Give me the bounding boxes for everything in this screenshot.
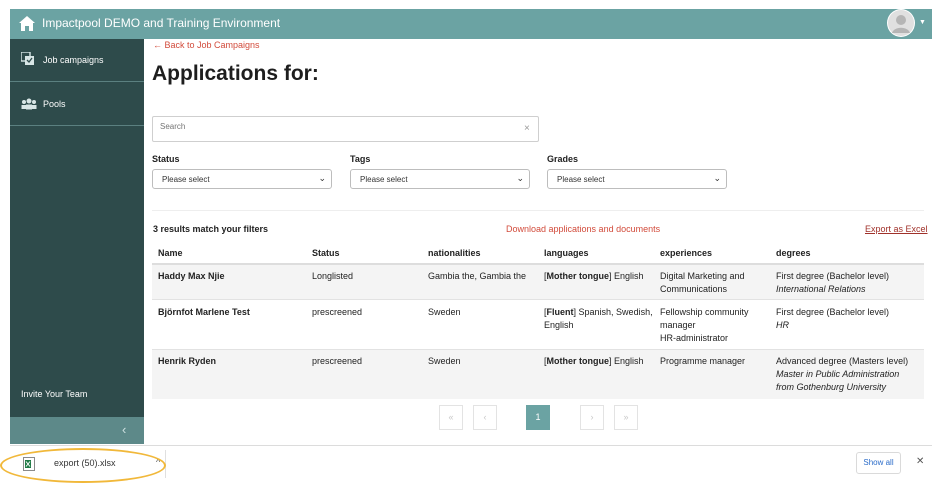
pagination-next-button[interactable]: ›	[580, 405, 604, 430]
app-title: Impactpool DEMO and Training Environment	[42, 16, 281, 30]
search-input[interactable]	[160, 122, 510, 131]
sidebar-item-label: Pools	[43, 99, 66, 109]
applicant-nationalities: Gambia the, Gambia the	[428, 271, 527, 281]
search-field[interactable]: ×	[152, 116, 539, 142]
applicant-languages: [Fluent] Spanish, Swedish, English	[544, 307, 653, 330]
show-all-button[interactable]: Show all	[856, 452, 901, 474]
applicant-nationalities: Sweden	[428, 307, 461, 317]
applicant-languages: [Mother tongue] English	[544, 271, 644, 281]
chevron-down-icon: ⌄	[516, 173, 524, 183]
sidebar-item-pools[interactable]: Pools	[10, 83, 144, 126]
column-header-name[interactable]: Name	[158, 248, 183, 258]
tags-filter-label: Tags	[350, 154, 371, 164]
column-header-status[interactable]: Status	[312, 248, 340, 258]
user-avatar-icon	[888, 10, 914, 36]
tags-select-value: Please select	[360, 175, 408, 184]
status-filter-label: Status	[152, 154, 180, 164]
grades-select-value: Please select	[557, 175, 605, 184]
pagination-prev-button[interactable]: ‹	[473, 405, 497, 430]
sidebar-item-job-campaigns[interactable]: Job campaigns	[10, 39, 144, 82]
column-header-experiences[interactable]: experiences	[660, 248, 712, 258]
chevron-down-icon: ⌄	[318, 173, 326, 183]
experience-line: manager	[660, 320, 696, 330]
language-level: Mother tongue	[546, 356, 610, 366]
close-icon[interactable]: ✕	[916, 456, 924, 467]
pagination-last-button[interactable]: »	[614, 405, 638, 430]
job-campaigns-icon	[21, 52, 34, 65]
applicant-degrees: First degree (Bachelor level) HR	[776, 306, 889, 332]
sidebar: Job campaigns Pools Invite Your Team	[10, 39, 144, 417]
degree-level: First degree (Bachelor level)	[776, 307, 890, 317]
degree-level: First degree (Bachelor level)	[776, 271, 890, 281]
section-divider	[152, 210, 924, 211]
results-count: 3 results match your filters	[153, 224, 269, 234]
grades-select[interactable]: Please select ⌄	[547, 169, 727, 189]
status-select[interactable]: Please select ⌄	[152, 169, 332, 189]
sidebar-collapse-button[interactable]: ‹	[10, 417, 144, 444]
applicant-nationalities: Sweden	[428, 356, 461, 366]
download-applications-link[interactable]: Download applications and documents	[506, 224, 660, 234]
degree-level: Advanced degree (Masters level)	[776, 356, 909, 366]
applicant-languages: [Mother tongue] English	[544, 356, 644, 366]
column-header-degrees[interactable]: degrees	[776, 248, 811, 258]
experience-line: Programme manager	[660, 356, 746, 366]
applicant-name[interactable]: Henrik Ryden	[158, 355, 216, 368]
back-to-job-campaigns-link[interactable]: ← Back to Job Campaigns	[153, 40, 260, 50]
applicant-name[interactable]: Björnfot Marlene Test	[158, 306, 250, 319]
grades-filter-label: Grades	[547, 154, 579, 164]
applicant-degrees: First degree (Bachelor level) Internatio…	[776, 270, 889, 296]
applicant-status: Longlisted	[312, 271, 354, 281]
experience-line: Fellowship community	[660, 307, 749, 317]
experience-line: HR-administrator	[660, 333, 729, 343]
user-avatar[interactable]	[887, 9, 915, 37]
invite-team-link[interactable]: Invite Your Team	[21, 389, 87, 399]
top-header-bar: Impactpool DEMO and Training Environment…	[10, 9, 932, 39]
applicant-name[interactable]: Haddy Max Njie	[158, 270, 225, 283]
applicant-experiences: Digital Marketing and Communications	[660, 270, 745, 296]
degree-subject: Master in Public Administration	[776, 369, 900, 379]
applicant-degrees: Advanced degree (Masters level) Master i…	[776, 355, 908, 394]
table-row[interactable]: Henrik Ryden prescreened Sweden [Mother …	[152, 350, 924, 399]
applicant-status: prescreened	[312, 356, 363, 366]
avatar-caret-icon[interactable]: ▼	[919, 19, 926, 26]
home-icon[interactable]	[18, 15, 36, 32]
applicant-experiences: Fellowship community manager HR-administ…	[660, 306, 749, 345]
status-select-value: Please select	[162, 175, 210, 184]
export-excel-link[interactable]: Export as Excel	[865, 224, 928, 234]
language-list: English	[611, 356, 644, 366]
language-list-cont: English	[544, 320, 574, 330]
degree-subject: HR	[776, 320, 789, 330]
column-header-languages[interactable]: languages	[544, 248, 589, 258]
pagination-first-button[interactable]: «	[439, 405, 463, 430]
experience-line: Communications	[660, 284, 728, 294]
pagination-page-1[interactable]: 1	[526, 405, 550, 430]
applicant-status: prescreened	[312, 307, 363, 317]
language-level: Mother tongue	[546, 271, 610, 281]
sidebar-item-label: Job campaigns	[43, 55, 104, 65]
clear-search-icon[interactable]: ×	[524, 123, 530, 134]
language-list: Spanish, Swedish,	[576, 307, 653, 317]
table-row[interactable]: Björnfot Marlene Test prescreened Sweden…	[152, 301, 924, 350]
pools-icon	[21, 98, 37, 110]
applicant-experiences: Programme manager	[660, 355, 745, 368]
column-header-nationalities[interactable]: nationalities	[428, 248, 481, 258]
language-level: Fluent	[546, 307, 574, 317]
tags-select[interactable]: Please select ⌄	[350, 169, 530, 189]
degree-subject: International Relations	[776, 284, 866, 294]
highlight-ellipse	[0, 448, 166, 483]
table-row[interactable]: Haddy Max Njie Longlisted Gambia the, Ga…	[152, 265, 924, 300]
chevron-down-icon: ⌄	[713, 173, 721, 183]
page-title: Applications for:	[152, 62, 319, 85]
experience-line: Digital Marketing and	[660, 271, 745, 281]
chevron-left-icon: ‹	[122, 422, 127, 437]
language-list: English	[611, 271, 644, 281]
degree-subject: from Gothenburg University	[776, 382, 887, 392]
